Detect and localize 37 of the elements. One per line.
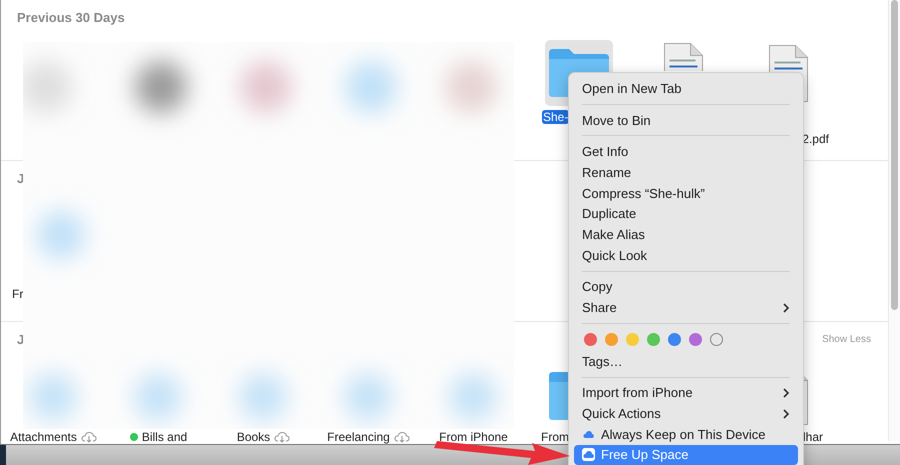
scrollbar[interactable] xyxy=(888,0,900,441)
no-tag-circle[interactable] xyxy=(710,333,723,346)
tag-dot[interactable] xyxy=(689,333,702,346)
file-name[interactable]: From iPhone xyxy=(439,430,508,444)
file-name[interactable]: From xyxy=(541,430,569,444)
file-name[interactable]: Fr xyxy=(12,287,24,301)
file-name[interactable]: Bills and xyxy=(142,430,188,444)
tag-dot[interactable] xyxy=(605,333,618,346)
menu-item[interactable]: Tags… xyxy=(574,350,798,372)
menu-item[interactable]: Open in New Tab xyxy=(574,78,798,99)
menu-item[interactable]: Import from iPhone xyxy=(574,382,798,404)
menu-item[interactable]: Copy xyxy=(574,276,798,298)
menu-item[interactable]: Free Up Space xyxy=(574,444,798,465)
file-name[interactable]: 2.pdf xyxy=(802,132,829,146)
menu-item[interactable]: Compress “She-hulk” xyxy=(574,182,798,204)
menu-item[interactable]: Get Info xyxy=(574,141,798,162)
menu-item[interactable]: Move to Bin xyxy=(574,110,798,130)
menu-item[interactable]: Quick Look xyxy=(574,244,798,266)
scrollbar-thumb[interactable] xyxy=(891,0,898,310)
menu-item[interactable]: Make Alias xyxy=(574,224,798,245)
icloud-icon xyxy=(582,448,595,462)
file-name[interactable]: Freelancing xyxy=(327,430,390,444)
tag-dot[interactable] xyxy=(584,333,597,346)
section-title: Previous 30 Days xyxy=(17,10,125,24)
tag-dot[interactable] xyxy=(647,333,660,346)
tag-dot[interactable] xyxy=(668,333,681,346)
menu-item[interactable]: Rename xyxy=(574,162,798,183)
file-name[interactable]: lhar xyxy=(802,430,823,444)
file-name[interactable]: She- xyxy=(542,110,570,124)
menu-item[interactable]: Share xyxy=(574,297,798,318)
menu-item[interactable]: Always Keep on This Device xyxy=(574,424,798,445)
menu-item[interactable]: Duplicate xyxy=(574,203,798,224)
tag-dot[interactable] xyxy=(626,333,639,346)
file-name[interactable]: Books xyxy=(236,430,270,444)
file-name[interactable]: Attachments xyxy=(10,430,77,444)
menu-item[interactable]: Quick Actions xyxy=(574,403,798,424)
dock-edge xyxy=(0,445,6,465)
